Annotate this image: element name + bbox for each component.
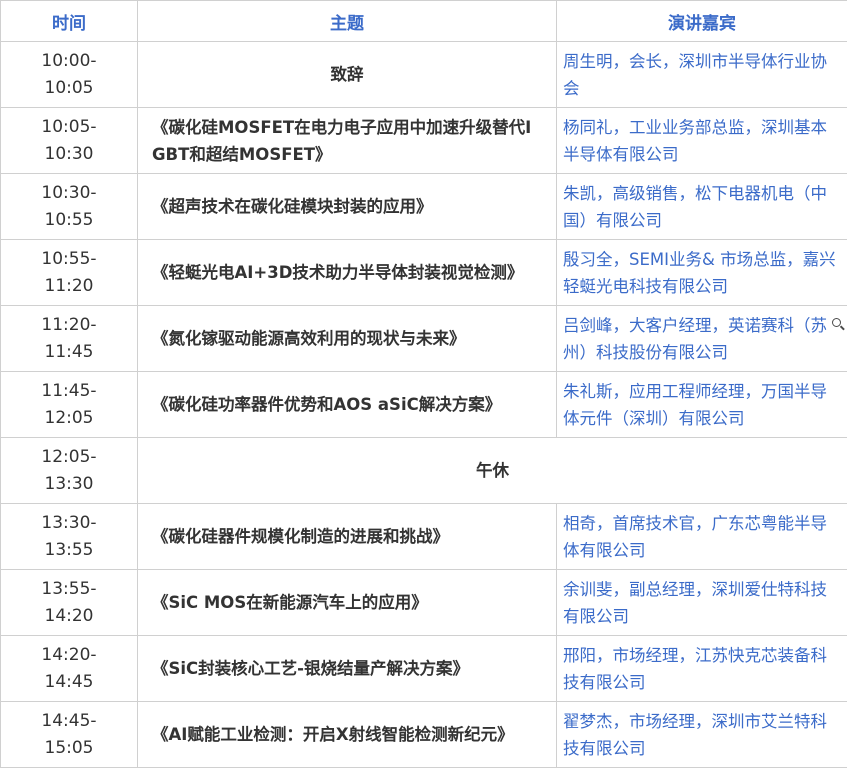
column-header-speaker: 演讲嘉宾: [557, 1, 847, 42]
table-row: 10:30- 10:55 《超声技术在碳化硅模块封装的应用》 朱凯，高级销售，松…: [1, 174, 847, 240]
time-cell: 10:05- 10:30: [1, 108, 138, 174]
time-cell: 10:55- 11:20: [1, 240, 138, 306]
time-cell: 13:55- 14:20: [1, 570, 138, 636]
speaker-cell[interactable]: 殷习全，SEMI业务& 市场总监，嘉兴轻蜓光电科技有限公司: [557, 240, 847, 306]
topic-cell: 《氮化镓驱动能源高效利用的现状与未来》: [138, 306, 557, 372]
speaker-cell[interactable]: 朱凯，高级销售，松下电器机电（中国）有限公司: [557, 174, 847, 240]
break-cell: 午休: [138, 438, 847, 504]
table-row: 11:20- 11:45 《氮化镓驱动能源高效利用的现状与未来》 吕剑峰，大客户…: [1, 306, 847, 372]
topic-cell: 《超声技术在碳化硅模块封装的应用》: [138, 174, 557, 240]
topic-cell: 《SiC MOS在新能源汽车上的应用》: [138, 570, 557, 636]
table-row: 10:55- 11:20 《轻蜓光电AI+3D技术助力半导体封装视觉检测》 殷习…: [1, 240, 847, 306]
time-cell: 10:30- 10:55: [1, 174, 138, 240]
topic-cell: 《碳化硅功率器件优势和AOS aSiC解决方案》: [138, 372, 557, 438]
speaker-cell-with-search[interactable]: 吕剑峰，大客户经理，英诺赛科（苏州）科技股份有限公司: [557, 306, 847, 372]
table-row: 10:05- 10:30 《碳化硅MOSFET在电力电子应用中加速升级替代IGB…: [1, 108, 847, 174]
time-cell: 11:20- 11:45: [1, 306, 138, 372]
time-cell: 10:00- 10:05: [1, 42, 138, 108]
agenda-table: 时间 主题 演讲嘉宾 10:00- 10:05 致辞 周生明，会长，深圳市半导体…: [0, 0, 847, 768]
speaker-cell[interactable]: 朱礼斯，应用工程师经理，万国半导体元件（深圳）有限公司: [557, 372, 847, 438]
topic-cell: 致辞: [138, 42, 557, 108]
speaker-cell[interactable]: 邢阳，市场经理，江苏快克芯装备科技有限公司: [557, 636, 847, 702]
table-row: 13:30- 13:55 《碳化硅器件规模化制造的进展和挑战》 相奇，首席技术官…: [1, 504, 847, 570]
table-header-row: 时间 主题 演讲嘉宾: [1, 1, 847, 42]
topic-cell: 《碳化硅器件规模化制造的进展和挑战》: [138, 504, 557, 570]
table-row: 13:55- 14:20 《SiC MOS在新能源汽车上的应用》 余训斐，副总经…: [1, 570, 847, 636]
search-icon[interactable]: [832, 318, 841, 327]
topic-cell: 《轻蜓光电AI+3D技术助力半导体封装视觉检测》: [138, 240, 557, 306]
time-cell: 14:45- 15:05: [1, 702, 138, 768]
table-row-break: 12:05- 13:30 午休: [1, 438, 847, 504]
time-cell: 12:05- 13:30: [1, 438, 138, 504]
table-row: 14:20- 14:45 《SiC封装核心工艺-银烧结量产解决方案》 邢阳，市场…: [1, 636, 847, 702]
table-row: 10:00- 10:05 致辞 周生明，会长，深圳市半导体行业协会: [1, 42, 847, 108]
column-header-time: 时间: [1, 1, 138, 42]
speaker-cell[interactable]: 周生明，会长，深圳市半导体行业协会: [557, 42, 847, 108]
table-row: 11:45- 12:05 《碳化硅功率器件优势和AOS aSiC解决方案》 朱礼…: [1, 372, 847, 438]
topic-cell: 《SiC封装核心工艺-银烧结量产解决方案》: [138, 636, 557, 702]
column-header-topic: 主题: [138, 1, 557, 42]
topic-cell: 《AI赋能工业检测：开启X射线智能检测新纪元》: [138, 702, 557, 768]
speaker-cell[interactable]: 杨同礼，工业业务部总监，深圳基本半导体有限公司: [557, 108, 847, 174]
topic-cell: 《碳化硅MOSFET在电力电子应用中加速升级替代IGBT和超结MOSFET》: [138, 108, 557, 174]
table-row: 14:45- 15:05 《AI赋能工业检测：开启X射线智能检测新纪元》 翟梦杰…: [1, 702, 847, 768]
speaker-cell[interactable]: 翟梦杰，市场经理，深圳市艾兰特科技有限公司: [557, 702, 847, 768]
speaker-text[interactable]: 吕剑峰，大客户经理，英诺赛科（苏州）科技股份有限公司: [563, 316, 827, 362]
speaker-cell[interactable]: 余训斐，副总经理，深圳爱仕特科技有限公司: [557, 570, 847, 636]
time-cell: 14:20- 14:45: [1, 636, 138, 702]
time-cell: 13:30- 13:55: [1, 504, 138, 570]
time-cell: 11:45- 12:05: [1, 372, 138, 438]
speaker-cell[interactable]: 相奇，首席技术官，广东芯粤能半导体有限公司: [557, 504, 847, 570]
